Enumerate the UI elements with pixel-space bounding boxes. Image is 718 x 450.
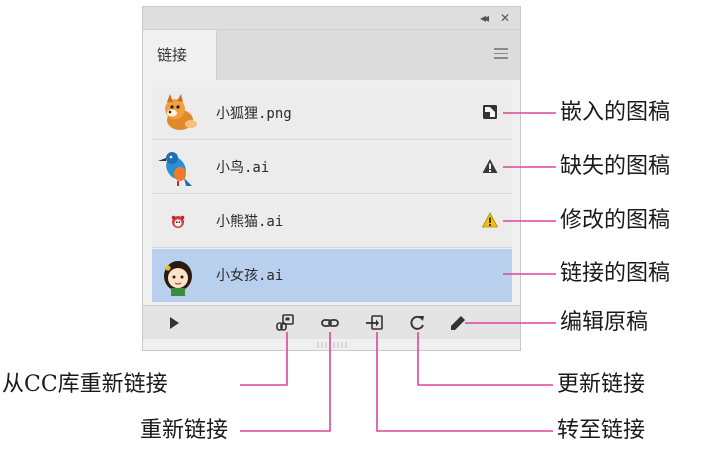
- link-name: 小女孩.ai: [216, 268, 284, 284]
- callout-linked-artwork: 链接的图稿: [560, 261, 671, 286]
- links-toolbar: [143, 305, 520, 339]
- girl-icon: [164, 261, 192, 296]
- modified-artwork-icon: [482, 212, 498, 228]
- link-name: 小熊猫.ai: [216, 214, 284, 230]
- relink-icon[interactable]: [321, 314, 339, 332]
- close-icon[interactable]: ✕: [500, 10, 510, 26]
- panel-title-bar: ◂◂ ✕: [143, 7, 520, 30]
- link-name: 小狐狸.png: [216, 106, 292, 122]
- missing-artwork-icon: [482, 159, 498, 173]
- expand-triangle-icon[interactable]: [165, 314, 183, 332]
- callout-relink: 重新链接: [140, 418, 229, 443]
- link-row-fox[interactable]: 小狐狸.png: [152, 87, 512, 140]
- callout-update-link: 更新链接: [557, 372, 646, 397]
- bird-icon: [158, 152, 192, 186]
- edit-original-icon[interactable]: [449, 314, 467, 332]
- callout-embedded-artwork: 嵌入的图稿: [560, 100, 671, 125]
- link-row-bird[interactable]: 小鸟.ai: [152, 141, 512, 194]
- goto-link-icon[interactable]: [366, 314, 384, 332]
- callout-goto-link: 转至链接: [557, 418, 646, 443]
- tab-links-label: 链接: [157, 46, 188, 64]
- callout-relink-cc-library: 从CC库重新链接: [2, 372, 168, 397]
- fox-icon: [165, 94, 197, 130]
- relink-cc-library-icon[interactable]: [276, 314, 294, 332]
- panel-menu-icon[interactable]: [494, 48, 508, 59]
- link-row-girl[interactable]: 小女孩.ai: [152, 249, 512, 302]
- collapse-icon[interactable]: ◂◂: [480, 10, 489, 26]
- links-panel: ◂◂ ✕ 链接 小狐狸.png 小鸟.ai 小熊猫.ai 小女孩.ai: [142, 6, 521, 351]
- embedded-artwork-icon: [483, 105, 497, 119]
- tab-links[interactable]: 链接: [143, 30, 217, 80]
- links-list: 小狐狸.png 小鸟.ai 小熊猫.ai 小女孩.ai: [152, 87, 512, 303]
- tab-row: 链接: [143, 30, 520, 80]
- resize-grip-icon[interactable]: [315, 341, 349, 349]
- callout-modified-artwork: 修改的图稿: [560, 208, 671, 233]
- callout-edit-original: 编辑原稿: [560, 310, 649, 335]
- panda-icon: [171, 215, 185, 228]
- link-name: 小鸟.ai: [216, 160, 270, 176]
- callout-missing-artwork: 缺失的图稿: [560, 154, 671, 179]
- update-link-icon[interactable]: [408, 314, 426, 332]
- link-row-panda[interactable]: 小熊猫.ai: [152, 195, 512, 248]
